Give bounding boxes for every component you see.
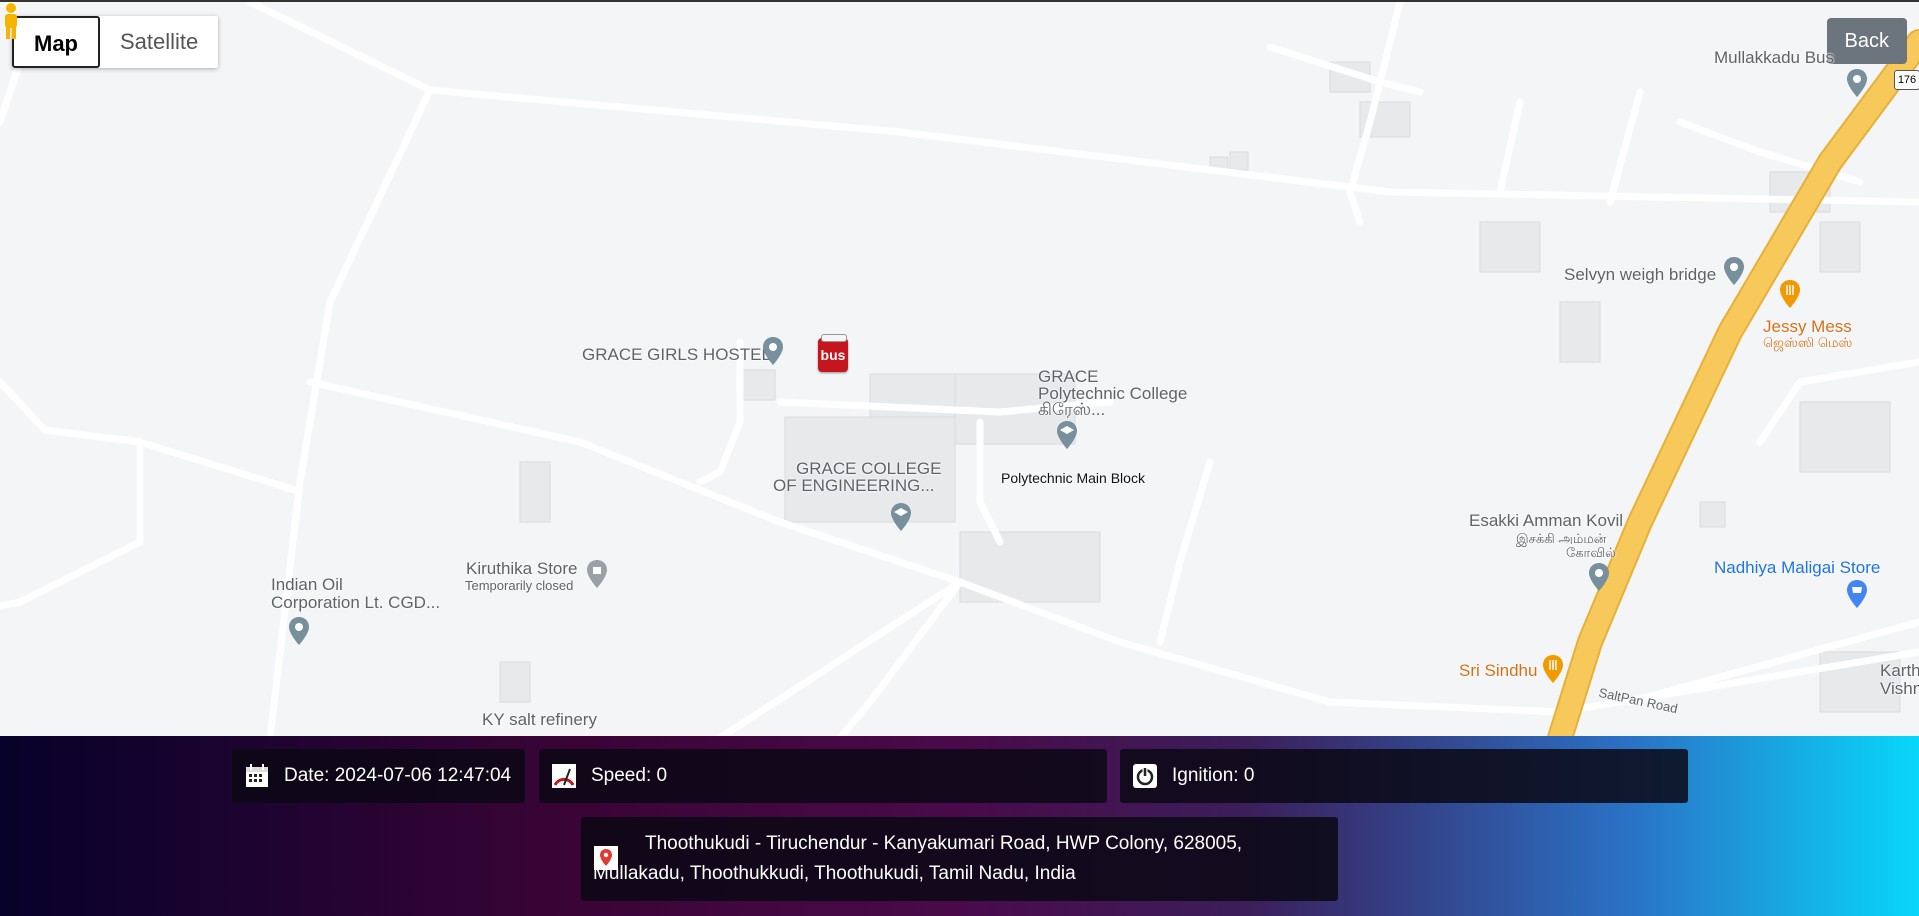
- restaurant-pin-icon[interactable]: [1778, 279, 1802, 309]
- shopping-pin-icon[interactable]: [1845, 579, 1869, 609]
- place-label-indian-oil-1: Indian Oil: [271, 575, 343, 594]
- route-shield: 176: [1894, 70, 1919, 90]
- place-label-mullakkadu-bus: Mullakkadu Bus: [1714, 48, 1835, 67]
- calendar-icon: [246, 764, 268, 787]
- place-label-poly-main: Polytechnic Main Block: [1001, 470, 1145, 486]
- map-pin-icon[interactable]: [1722, 256, 1746, 286]
- place-label-grace-eng-2: OF ENGINEERING...: [773, 476, 935, 495]
- school-pin-icon[interactable]: [889, 502, 913, 532]
- school-pin-icon[interactable]: [1055, 420, 1079, 450]
- place-label-jessy-mess-tamil: ஜெஸ்ஸி மெஸ்: [1763, 335, 1853, 350]
- place-label-vishn: Vishn: [1880, 679, 1919, 698]
- place-label-sri-sindhu: Sri Sindhu: [1459, 661, 1538, 680]
- place-label-indian-oil-2: Corporation Lt. CGD...: [271, 593, 441, 612]
- restaurant-pin-icon[interactable]: [1541, 654, 1565, 684]
- map-pin-icon[interactable]: [761, 336, 785, 366]
- speed-card: Speed: 0: [539, 749, 1107, 803]
- map-pin-icon[interactable]: [1845, 68, 1869, 98]
- map-canvas[interactable]: Map Satellite Back 176 Mullakkadu Bus Se…: [0, 0, 1919, 736]
- power-icon: [1133, 764, 1157, 788]
- vehicle-info-panel: Date: 2024-07-06 12:47:04 Speed: 0 Ignit…: [0, 736, 1919, 916]
- place-label-grace-poly-3: கிரேஸ்...: [1038, 400, 1106, 419]
- map-pin-icon[interactable]: [287, 616, 311, 646]
- back-button[interactable]: Back: [1826, 18, 1907, 64]
- vehicle-bus-marker[interactable]: bus: [818, 334, 848, 372]
- place-label-kiruthika-status: Temporarily closed: [465, 578, 574, 593]
- ignition-card: Ignition: 0: [1120, 749, 1688, 803]
- address-line-1: Thoothukudi - Tiruchendur - Kanyakumari …: [645, 833, 1243, 854]
- place-label-ky-salt: KY salt refinery: [482, 710, 597, 729]
- place-label-grace-hostel: GRACE GIRLS HOSTEL: [582, 345, 771, 364]
- map-type-control: Map Satellite: [12, 16, 219, 68]
- place-label-karth: Karth: [1880, 661, 1919, 680]
- place-label-esakki-3: கோவில்: [1566, 545, 1616, 560]
- address-text: Thoothukudi - Tiruchendur - Kanyakumari …: [593, 817, 1243, 889]
- place-label-kiruthika: Kiruthika Store: [466, 559, 578, 578]
- place-label-selvyn: Selvyn weigh bridge: [1564, 265, 1717, 284]
- address-line-2: Mullakadu, Thoothukkudi, Thoothukudi, Ta…: [593, 863, 1076, 884]
- date-card: Date: 2024-07-06 12:47:04: [232, 749, 525, 803]
- speed-text: Speed: 0: [591, 765, 668, 786]
- temple-pin-icon[interactable]: [1587, 562, 1611, 592]
- map-type-map-button[interactable]: Map: [12, 16, 100, 68]
- ignition-text: Ignition: 0: [1172, 765, 1255, 786]
- place-label-esakki-1: Esakki Amman Kovil: [1469, 511, 1623, 530]
- pegman-icon[interactable]: [0, 2, 22, 40]
- address-card: Thoothukudi - Tiruchendur - Kanyakumari …: [581, 817, 1338, 901]
- date-text: Date: 2024-07-06 12:47:04: [284, 765, 512, 786]
- store-pin-icon[interactable]: [585, 559, 609, 589]
- speedometer-icon: [552, 764, 576, 788]
- map-type-satellite-button[interactable]: Satellite: [100, 16, 218, 68]
- place-label-nadhiya: Nadhiya Maligai Store: [1714, 558, 1881, 577]
